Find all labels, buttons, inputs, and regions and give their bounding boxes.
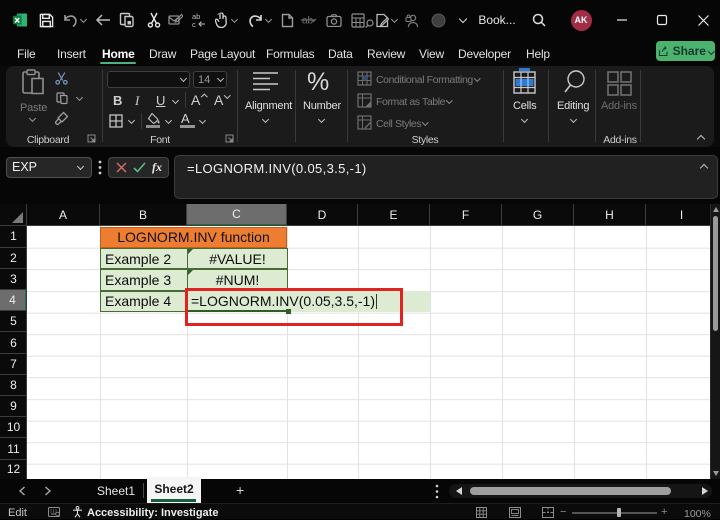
svg-text:ab: ab xyxy=(302,16,314,27)
svg-text:c: c xyxy=(192,20,196,28)
